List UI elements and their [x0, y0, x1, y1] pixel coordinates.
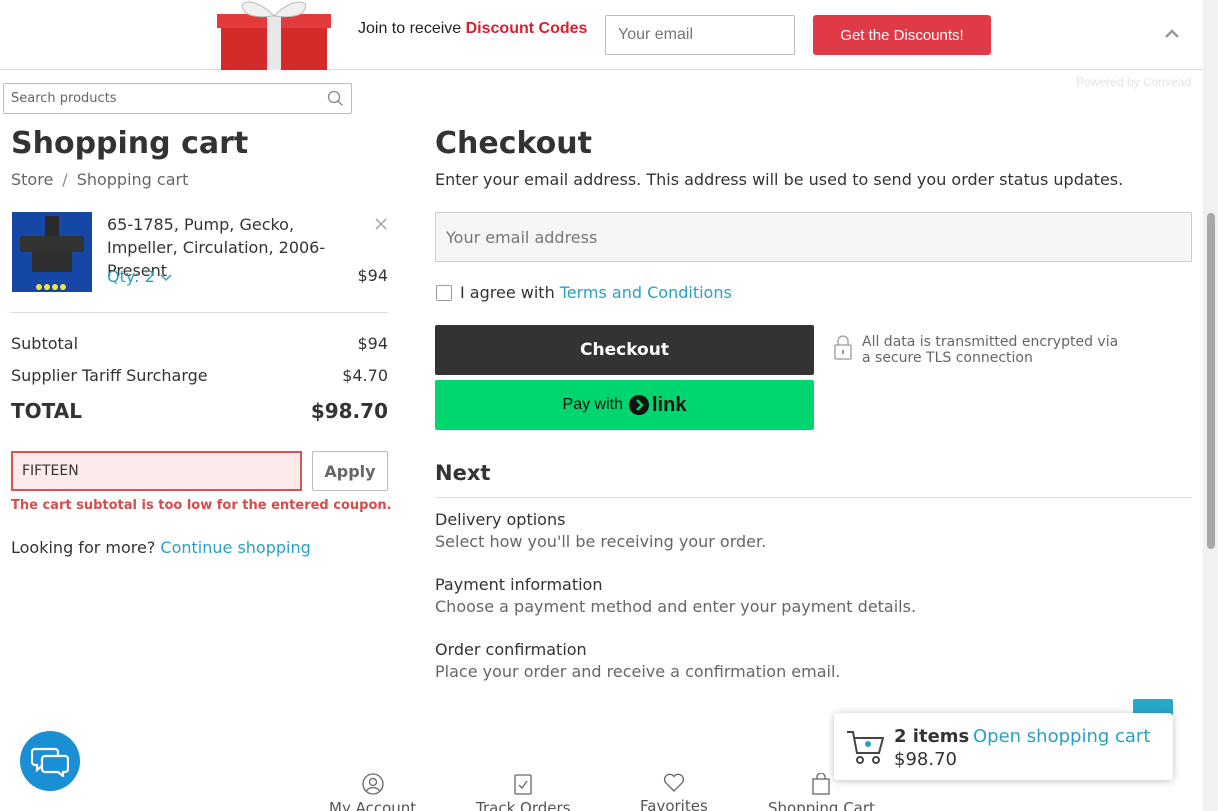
promo-highlight: Discount Codes: [465, 20, 588, 37]
promo-email-input[interactable]: [605, 15, 795, 55]
terms-agreement: I agree with Terms and Conditions: [436, 283, 732, 302]
more-text: Looking for more?: [11, 538, 156, 557]
step-desc: Choose a payment method and enter your p…: [435, 597, 917, 616]
qty-selector[interactable]: Qty: 2: [107, 267, 172, 286]
clipboard-check-icon: [514, 774, 532, 795]
cart-title: Shopping cart: [11, 126, 249, 161]
breadcrumb-separator: /: [62, 170, 68, 189]
get-discounts-button[interactable]: Get the Discounts!: [813, 15, 991, 55]
terms-checkbox[interactable]: [436, 284, 452, 301]
looking-for-more: Looking for more? Continue shopping: [11, 538, 311, 557]
tariff-label: Supplier Tariff Surcharge: [11, 366, 208, 385]
cart-icon: [847, 731, 884, 764]
mini-cart[interactable]: 2 items Open shopping cart $98.70: [834, 713, 1173, 780]
scrollbar[interactable]: [1203, 0, 1218, 811]
cart-count: 2 items: [894, 726, 970, 747]
total-value: $98.70: [310, 399, 388, 423]
pay-with-label: Pay with: [562, 396, 623, 413]
breadcrumb-store[interactable]: Store: [11, 170, 53, 189]
promo-bar: Join to receive Discount Codes Get the D…: [0, 0, 1203, 70]
apply-coupon-button[interactable]: Apply: [312, 451, 388, 491]
nav-label: My Account: [329, 799, 417, 811]
coupon-error: The cart subtotal is too low for the ent…: [11, 498, 392, 513]
step-payment: Payment information Choose a payment meth…: [435, 575, 916, 616]
divider: [11, 312, 388, 313]
subtotal-value: $94: [357, 334, 388, 353]
total-row: TOTAL $98.70: [11, 399, 388, 423]
product-thumbnail[interactable]: [12, 212, 92, 292]
next-title: Next: [435, 461, 491, 485]
powered-by: Powered by Convead: [1076, 75, 1191, 89]
continue-shopping-link[interactable]: Continue shopping: [160, 538, 310, 557]
checkout-button[interactable]: Checkout: [435, 325, 814, 375]
cart-amount: $98.70: [894, 749, 957, 770]
search-input[interactable]: [4, 84, 314, 113]
chevron-up-icon[interactable]: [1160, 22, 1184, 46]
coupon-input[interactable]: [11, 451, 302, 491]
user-icon: [361, 773, 384, 795]
nav-label: Favorites: [640, 797, 708, 811]
open-cart-link[interactable]: Open shopping cart: [973, 726, 1150, 747]
email-field[interactable]: [435, 212, 1192, 262]
subtotal-label: Subtotal: [11, 334, 79, 353]
search-box: [3, 83, 352, 114]
chat-button[interactable]: [20, 731, 80, 791]
step-title: Order confirmation: [435, 640, 587, 659]
remove-item-icon[interactable]: [373, 216, 389, 232]
nav-favorites[interactable]: Favorites: [640, 773, 708, 811]
secure-text: All data is transmitted encrypted via a …: [862, 334, 1119, 366]
link-logo-icon: [629, 395, 649, 415]
nav-label: Shopping Cart: [768, 799, 875, 811]
tariff-value: $4.70: [342, 366, 388, 385]
step-title: Payment information: [435, 575, 603, 594]
shopping-bag-icon: [812, 773, 831, 795]
gift-icon: [217, 1, 331, 70]
step-confirmation: Order confirmation Place your order and r…: [435, 640, 841, 681]
heart-icon: [663, 773, 684, 792]
step-desc: Select how you'll be receiving your orde…: [435, 532, 767, 551]
nav-label: Track Orders: [476, 799, 571, 811]
subtotal-row: Subtotal $94: [11, 334, 388, 353]
item-price: $94: [357, 266, 388, 285]
step-delivery: Delivery options Select how you'll be rec…: [435, 510, 766, 551]
agree-text: I agree with: [460, 283, 555, 302]
qty-label: Qty: 2: [107, 267, 155, 286]
search-icon[interactable]: [327, 90, 344, 107]
total-label: TOTAL: [11, 399, 82, 423]
promo-label: Join to receive: [358, 20, 462, 37]
step-title: Delivery options: [435, 510, 566, 529]
nav-my-account[interactable]: My Account: [329, 773, 416, 811]
checkout-description: Enter your email address. This address w…: [435, 170, 1124, 189]
nav-shopping-cart[interactable]: Shopping Cart: [768, 773, 875, 811]
checkout-title: Checkout: [435, 126, 592, 161]
chat-icon: [31, 747, 69, 777]
pay-with-link-button[interactable]: Pay with link: [435, 380, 814, 430]
divider: [435, 497, 1192, 498]
step-desc: Place your order and receive a confirmat…: [435, 662, 841, 681]
breadcrumb: Store / Shopping cart: [11, 170, 188, 189]
link-label: link: [652, 393, 687, 416]
terms-link[interactable]: Terms and Conditions: [560, 283, 732, 302]
tariff-row: Supplier Tariff Surcharge $4.70: [11, 366, 388, 385]
promo-text: Join to receive Discount Codes: [358, 20, 587, 38]
chevron-down-icon: [160, 274, 172, 282]
secure-notice: All data is transmitted encrypted via a …: [833, 334, 1123, 366]
breadcrumb-current: Shopping cart: [76, 170, 189, 189]
nav-track-orders[interactable]: Track Orders: [476, 773, 570, 811]
scrollbar-thumb[interactable]: [1207, 213, 1215, 549]
lock-icon: [834, 335, 852, 360]
